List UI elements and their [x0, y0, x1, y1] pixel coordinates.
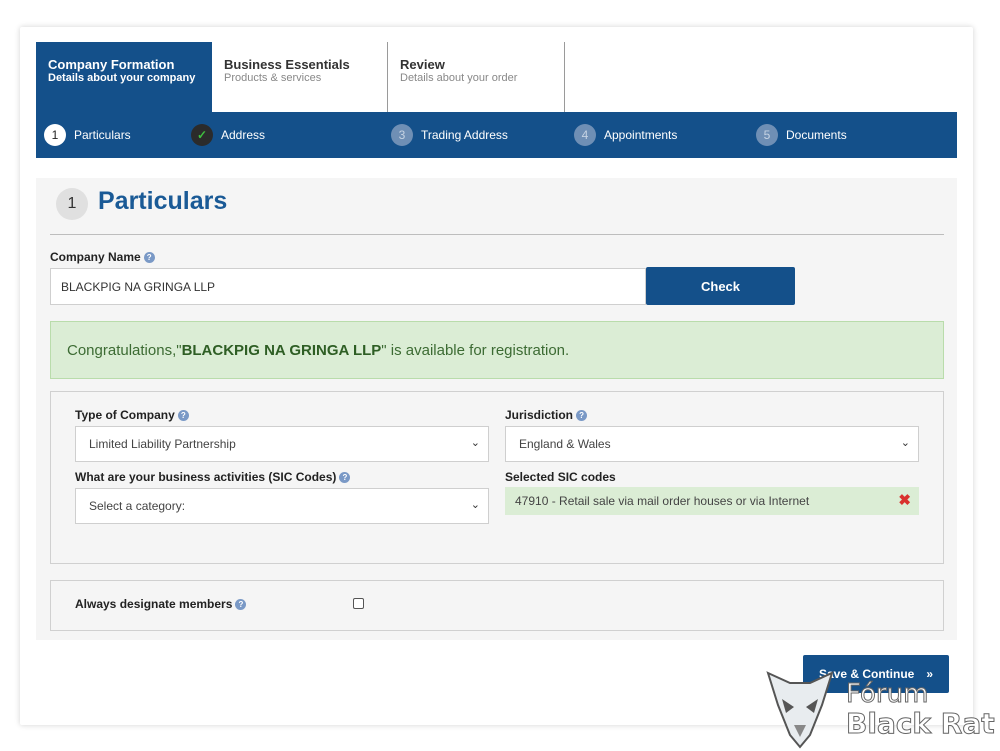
- remove-icon[interactable]: ✖: [898, 491, 911, 509]
- tab-subtitle: Details about your order: [400, 72, 518, 84]
- message-suffix: " is available for registration.: [381, 342, 570, 359]
- selected-sic-item: 47910 - Retail sale via mail order house…: [505, 487, 919, 515]
- message-prefix: Congratulations,": [67, 342, 182, 359]
- chevron-down-icon: ⌄: [470, 437, 480, 449]
- tab-subtitle: Products & services: [224, 72, 322, 84]
- step-number: 1: [44, 124, 66, 146]
- help-icon[interactable]: ?: [576, 410, 588, 422]
- sic-codes-label: What are your business activities (SIC C…: [75, 470, 351, 484]
- jurisdiction-label: Jurisdiction?: [505, 408, 588, 422]
- step-label: Particulars: [74, 128, 131, 142]
- particulars-panel: 1 Particulars Company Name? BLACKPIG NA …: [36, 178, 957, 640]
- step-number: 4: [574, 124, 596, 146]
- step-label: Appointments: [604, 128, 678, 142]
- type-of-company-label: Type of Company?: [75, 408, 189, 422]
- watermark: Fórum Black Rat: [760, 665, 995, 751]
- message-company-name: BLACKPIG NA GRINGA LLP: [181, 342, 382, 359]
- availability-message: Congratulations,"BLACKPIG NA GRINGA LLP"…: [50, 321, 944, 379]
- chevron-down-icon: ⌄: [470, 499, 480, 511]
- help-icon[interactable]: ?: [235, 599, 247, 611]
- step-address[interactable]: ✓ Address: [191, 112, 265, 158]
- label-text: Jurisdiction: [505, 408, 574, 422]
- watermark-line2: Black Rat: [846, 707, 996, 741]
- tab-business-essentials[interactable]: Business Essentials Products & services: [212, 42, 388, 112]
- check-button[interactable]: Check: [646, 267, 795, 305]
- tab-title: Business Essentials: [224, 57, 350, 72]
- rat-logo-icon: [766, 671, 834, 749]
- help-icon[interactable]: ?: [177, 410, 189, 422]
- divider: [50, 234, 944, 235]
- watermark-line1: Fórum: [845, 679, 929, 710]
- tab-subtitle: Details about your company: [48, 72, 196, 84]
- step-label: Address: [221, 128, 266, 142]
- jurisdiction-select[interactable]: England & Wales ⌄: [505, 426, 919, 462]
- help-icon[interactable]: ?: [339, 472, 351, 484]
- tab-title: Review: [400, 57, 445, 72]
- step-number: 5: [756, 124, 778, 146]
- sic-category-select[interactable]: Select a category: ⌄: [75, 488, 489, 524]
- step-appointments[interactable]: 4 Appointments: [574, 112, 677, 158]
- select-value: England & Wales: [519, 437, 611, 451]
- tab-company-formation[interactable]: Company Formation Details about your com…: [36, 42, 212, 112]
- checkmark-icon: ✓: [191, 124, 213, 146]
- company-name-input[interactable]: BLACKPIG NA GRINGA LLP: [50, 268, 646, 305]
- selected-sic-label: Selected SIC codes: [505, 470, 616, 484]
- step-trading-address[interactable]: 3 Trading Address: [391, 112, 508, 158]
- section-title: Particulars: [98, 187, 228, 215]
- step-number: 3: [391, 124, 413, 146]
- designate-members-checkbox[interactable]: [353, 598, 364, 609]
- steps-bar: 1 Particulars ✓ Address 3 Trading Addres…: [36, 112, 957, 158]
- label-text: Company Name: [50, 250, 141, 264]
- tab-title: Company Formation: [48, 57, 175, 72]
- type-of-company-select[interactable]: Limited Liability Partnership ⌄: [75, 426, 489, 462]
- tab-review[interactable]: Review Details about your order: [388, 42, 565, 112]
- company-details-box: Type of Company? Limited Liability Partn…: [50, 391, 944, 564]
- company-name-label: Company Name?: [50, 250, 155, 264]
- top-tabs: Company Formation Details about your com…: [36, 42, 957, 112]
- help-icon[interactable]: ?: [143, 252, 155, 264]
- designate-members-label: Always designate members?: [75, 597, 247, 611]
- step-label: Documents: [786, 128, 847, 142]
- step-label: Trading Address: [421, 128, 508, 142]
- select-value: Select a category:: [89, 499, 186, 513]
- sic-code-text: 47910 - Retail sale via mail order house…: [515, 494, 810, 508]
- step-particulars[interactable]: 1 Particulars: [44, 112, 131, 158]
- section-number-badge: 1: [56, 188, 88, 220]
- chevron-down-icon: ⌄: [900, 437, 910, 449]
- label-text: Type of Company: [75, 408, 175, 422]
- designate-members-box: Always designate members?: [50, 580, 944, 631]
- label-text: What are your business activities (SIC C…: [75, 470, 337, 484]
- select-value: Limited Liability Partnership: [89, 437, 236, 451]
- label-text: Always designate members: [75, 597, 233, 611]
- step-documents[interactable]: 5 Documents: [756, 112, 847, 158]
